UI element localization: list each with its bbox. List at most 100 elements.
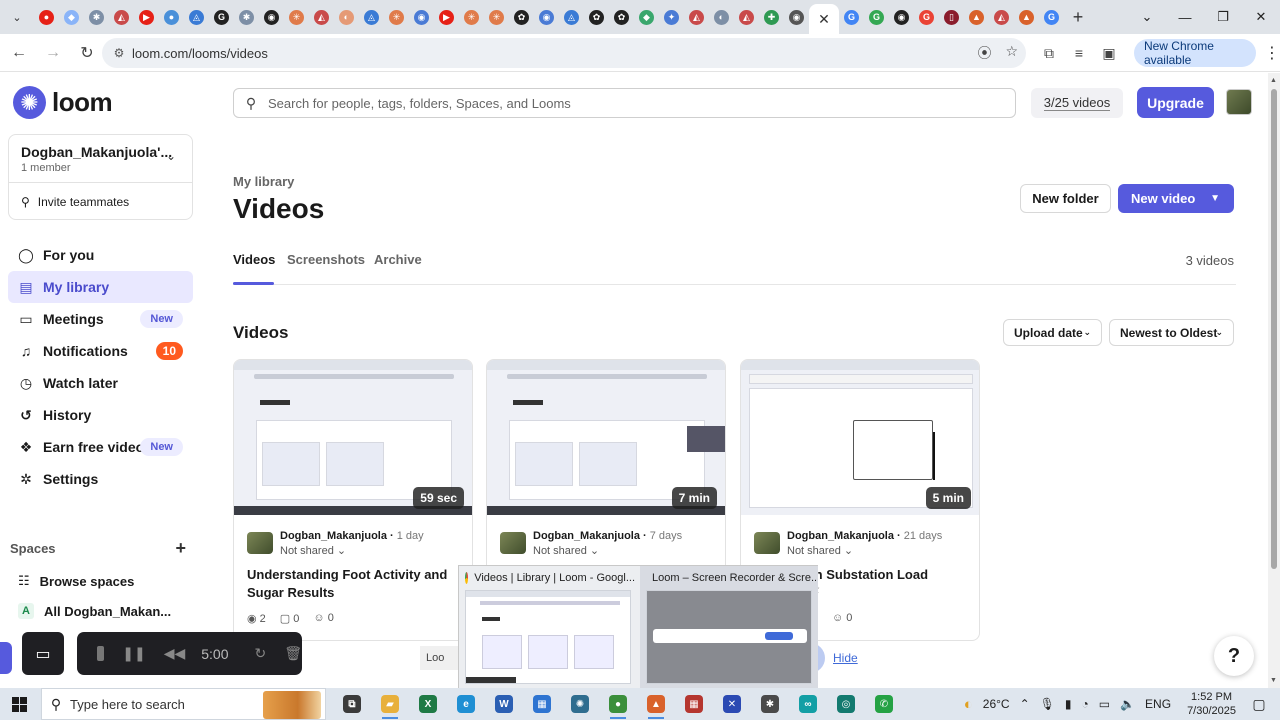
- taskbar-search[interactable]: ⚲ Type here to search: [41, 688, 326, 720]
- tab-videos[interactable]: Videos: [233, 252, 275, 267]
- video-title[interactable]: Understanding Foot Activity and Sugar Re…: [247, 566, 462, 602]
- active-tab[interactable]: ✕: [809, 4, 839, 34]
- browser-tab[interactable]: G: [209, 0, 234, 34]
- chrome-menu-icon[interactable]: ⋮: [1264, 43, 1280, 63]
- volume-icon[interactable]: 🔈: [1120, 697, 1135, 711]
- media-control-icon[interactable]: ≡: [1068, 40, 1090, 66]
- help-button[interactable]: ?: [1214, 636, 1254, 676]
- taskbar-app[interactable]: ▰: [371, 688, 409, 720]
- invite-teammates-button[interactable]: ⚲ Invite teammates: [21, 195, 129, 209]
- browser-tab[interactable]: G: [839, 0, 864, 34]
- reload-button[interactable]: ↻: [72, 38, 102, 68]
- browser-tab[interactable]: ✳: [284, 0, 309, 34]
- taskbar-app[interactable]: ▦: [523, 688, 561, 720]
- page-scrollbar[interactable]: ▲ ▼: [1268, 73, 1280, 688]
- avatar[interactable]: [1226, 89, 1252, 115]
- search-input[interactable]: ⚲ Search for people, tags, folders, Spac…: [233, 88, 1016, 118]
- browser-tab[interactable]: ▲: [1014, 0, 1039, 34]
- new-video-button[interactable]: New video ▼: [1118, 184, 1234, 213]
- all-space-link[interactable]: A All Dogban_Makan...: [18, 603, 171, 619]
- sharing-status-dropdown[interactable]: Not shared ⌄: [533, 544, 599, 557]
- sidebar-item-watch-later[interactable]: ◷ Watch later: [8, 367, 193, 399]
- preview-window-2[interactable]: Loom – Screen Recorder & Scre...: [640, 566, 818, 690]
- browser-tab[interactable]: ◉: [409, 0, 434, 34]
- browser-tab[interactable]: ▶: [134, 0, 159, 34]
- close-window-button[interactable]: ✕: [1242, 0, 1280, 34]
- browser-tab[interactable]: ✦: [659, 0, 684, 34]
- browser-tab[interactable]: ●: [159, 0, 184, 34]
- taskbar-app[interactable]: ✺: [561, 688, 599, 720]
- taskbar-app[interactable]: ▲: [637, 688, 675, 720]
- browser-tab[interactable]: ◉: [784, 0, 809, 34]
- browser-tab[interactable]: ✳: [459, 0, 484, 34]
- bookmark-star-icon[interactable]: ☆: [1005, 43, 1018, 63]
- maximize-button[interactable]: ❐: [1204, 0, 1242, 34]
- screen-record-icon[interactable]: ⦿: [977, 43, 991, 63]
- taskbar-app[interactable]: ◎: [827, 688, 865, 720]
- browser-tab[interactable]: ◬: [559, 0, 584, 34]
- browser-tab[interactable]: ◐: [334, 0, 359, 34]
- browser-tab[interactable]: ▯: [939, 0, 964, 34]
- clock[interactable]: 1:52 PM 7/30/2025: [1187, 690, 1236, 718]
- new-tab-button[interactable]: +: [1064, 7, 1092, 28]
- address-bar[interactable]: ⚙ loom.com/looms/videos ⦿ ☆: [102, 38, 1026, 68]
- camera-toggle-icon[interactable]: ▭: [22, 632, 64, 675]
- browse-spaces-link[interactable]: ☷ Browse spaces: [18, 573, 134, 589]
- taskbar-app[interactable]: ✆: [865, 688, 903, 720]
- back-button[interactable]: ←: [4, 38, 34, 68]
- chevron-up-icon[interactable]: ⌃: [1020, 697, 1030, 711]
- upgrade-button[interactable]: Upgrade: [1137, 87, 1214, 118]
- video-quota-link[interactable]: 3/25 videos: [1031, 88, 1123, 118]
- browser-tab[interactable]: G: [914, 0, 939, 34]
- breadcrumb[interactable]: My library: [233, 174, 294, 189]
- battery-icon[interactable]: ▭: [1099, 697, 1110, 711]
- url-text[interactable]: loom.com/looms/videos: [132, 46, 268, 61]
- browser-tab[interactable]: ✳: [384, 0, 409, 34]
- pause-icon[interactable]: ❚❚: [122, 645, 145, 662]
- sharing-status-dropdown[interactable]: Not shared ⌄: [787, 544, 853, 557]
- browser-tab[interactable]: ◉: [889, 0, 914, 34]
- loom-logo[interactable]: ✺ loom: [13, 86, 113, 119]
- scroll-up-icon[interactable]: ▲: [1270, 77, 1277, 84]
- browser-tab[interactable]: ●: [34, 0, 59, 34]
- taskbar-app[interactable]: ✱: [751, 688, 789, 720]
- browser-tab[interactable]: ◆: [59, 0, 84, 34]
- browser-tab[interactable]: ✚: [759, 0, 784, 34]
- tab-archive[interactable]: Archive: [374, 252, 422, 267]
- browser-tab[interactable]: ◭: [734, 0, 759, 34]
- trash-icon[interactable]: 🗑: [284, 645, 302, 662]
- sidebar-item-meetings[interactable]: ▭ Meetings New: [8, 303, 193, 335]
- scrollbar-thumb[interactable]: [1271, 89, 1277, 569]
- taskbar-app[interactable]: W: [485, 688, 523, 720]
- mic-mute-icon[interactable]: ▮: [1065, 697, 1072, 711]
- scroll-down-icon[interactable]: ▼: [1270, 677, 1277, 684]
- add-space-icon[interactable]: +: [175, 538, 186, 559]
- browser-tab[interactable]: ◭: [309, 0, 334, 34]
- rewind-icon[interactable]: ◀◀: [164, 645, 186, 662]
- sidebar-item-settings[interactable]: ✲ Settings: [8, 463, 193, 495]
- browser-tab[interactable]: G: [1039, 0, 1064, 34]
- stop-recording-button[interactable]: [97, 646, 105, 661]
- start-button[interactable]: [0, 688, 38, 720]
- chevron-down-icon[interactable]: ⌄: [1128, 0, 1166, 34]
- browser-tab[interactable]: ✿: [584, 0, 609, 34]
- browser-tab[interactable]: G: [864, 0, 889, 34]
- taskbar-app[interactable]: ∞: [789, 688, 827, 720]
- upload-date-filter[interactable]: Upload date ⌄: [1003, 319, 1102, 346]
- tab-screenshots[interactable]: Screenshots: [287, 252, 365, 267]
- workspace-switcher[interactable]: Dogban_Makanjuola'... 1 member ⌄ ⚲ Invit…: [8, 134, 193, 220]
- sidebar-item-for-you[interactable]: ◯ For you: [8, 239, 193, 271]
- extensions-icon[interactable]: ⧉: [1038, 40, 1060, 66]
- taskbar-app[interactable]: ⧉: [333, 688, 371, 720]
- sidebar-item-earn-free-videos[interactable]: ❖ Earn free videos New: [8, 431, 193, 463]
- sort-dropdown[interactable]: Newest to Oldest ⌄: [1109, 319, 1234, 346]
- browser-tab[interactable]: ✿: [509, 0, 534, 34]
- sidebar-item-my-library[interactable]: ▤ My library: [8, 271, 193, 303]
- browser-tab[interactable]: ✱: [234, 0, 259, 34]
- forward-button[interactable]: →: [38, 38, 68, 68]
- taskbar-app[interactable]: ✕: [713, 688, 751, 720]
- tab-search-icon[interactable]: ⌄: [0, 0, 34, 34]
- new-chrome-available-button[interactable]: New Chrome available: [1133, 39, 1257, 67]
- taskbar-app[interactable]: X: [409, 688, 447, 720]
- minimize-button[interactable]: —: [1166, 0, 1204, 34]
